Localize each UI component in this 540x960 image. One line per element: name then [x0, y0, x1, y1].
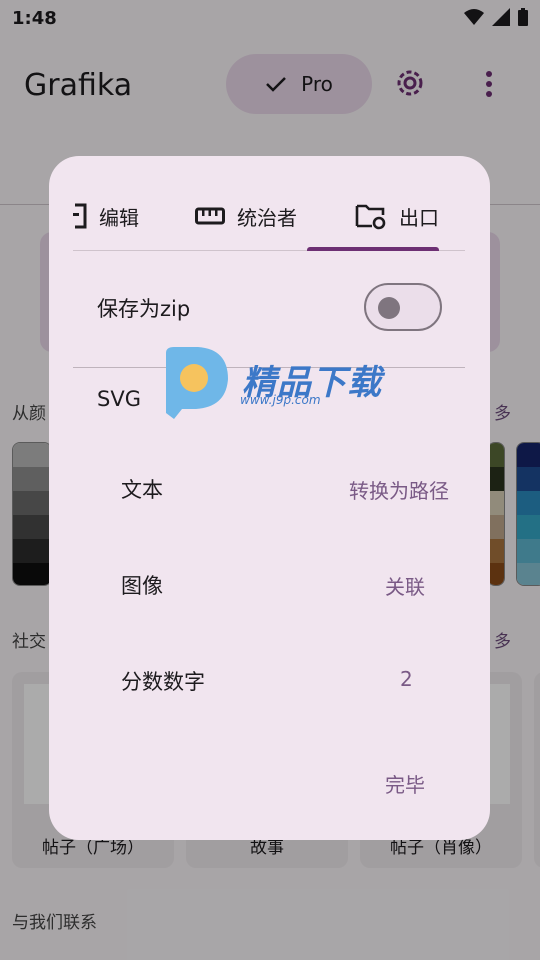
fraction-digits-value[interactable]: 2	[400, 667, 413, 691]
watermark-url: www.j9p.com	[240, 393, 321, 407]
tab-active-indicator	[307, 247, 439, 251]
text-row-value[interactable]: 转换为路径	[349, 475, 449, 504]
edit-doc-icon	[73, 203, 87, 229]
folder-settings-icon	[355, 204, 386, 230]
tab-edit[interactable]: 编辑	[73, 186, 139, 246]
toggle-knob	[378, 297, 400, 319]
image-row-label: 图像	[121, 574, 163, 598]
fraction-digits-label: 分数数字	[121, 670, 205, 694]
export-settings-dialog: 编辑 统治者 出口 保存为zip SVG 文本 转换为路径 图像 关联 分数数字…	[49, 156, 490, 840]
tab-export-label: 出口	[399, 205, 439, 230]
done-button[interactable]: 完毕	[385, 769, 425, 798]
tab-ruler[interactable]: 统治者	[195, 186, 297, 246]
text-row-label: 文本	[121, 478, 163, 502]
svg-section-label: SVG	[97, 387, 141, 411]
watermark: 精品下载 www.j9p.com	[160, 345, 400, 425]
ruler-icon	[195, 207, 225, 225]
tab-edit-label: 编辑	[99, 205, 139, 230]
tab-export[interactable]: 出口	[355, 186, 439, 246]
save-zip-toggle[interactable]	[364, 283, 442, 331]
save-zip-label: 保存为zip	[97, 297, 191, 321]
watermark-logo-icon	[166, 347, 228, 419]
dialog-tabs: 编辑 统治者 出口	[73, 186, 465, 251]
image-row-value[interactable]: 关联	[385, 571, 425, 600]
tab-ruler-label: 统治者	[237, 205, 297, 230]
